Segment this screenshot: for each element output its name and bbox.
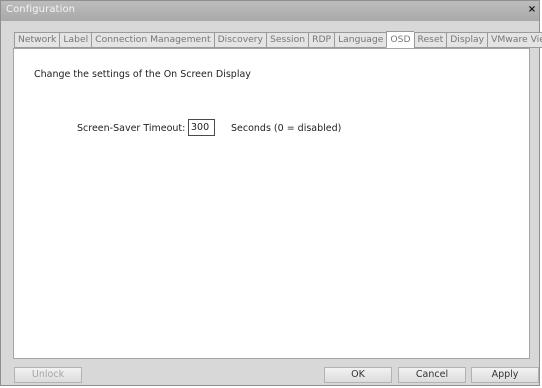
tab-network[interactable]: Network (14, 32, 60, 48)
close-icon[interactable]: × (527, 4, 537, 16)
tab-rdp[interactable]: RDP (308, 32, 335, 48)
tab-label[interactable]: Label (59, 32, 92, 48)
screensaver-timeout-input[interactable]: 300 (188, 119, 215, 136)
screensaver-timeout-hint: Seconds (0 = disabled) (231, 123, 342, 134)
tab-osd[interactable]: OSD (386, 31, 414, 48)
tab-bar: Network Label Connection Management Disc… (14, 31, 542, 48)
tab-session[interactable]: Session (266, 32, 309, 48)
tab-vmware-view[interactable]: VMware View (487, 32, 542, 48)
tab-reset[interactable]: Reset (413, 32, 447, 48)
title-bar[interactable]: Configuration × (1, 1, 539, 21)
tab-connection-management[interactable]: Connection Management (91, 32, 214, 48)
tab-display[interactable]: Display (446, 32, 488, 48)
window-title: Configuration (6, 4, 76, 15)
panel-description: Change the settings of the On Screen Dis… (34, 69, 251, 80)
apply-button[interactable]: Apply (471, 367, 539, 383)
osd-settings-panel: Change the settings of the On Screen Dis… (13, 48, 530, 359)
tab-discovery[interactable]: Discovery (213, 32, 266, 48)
tab-language[interactable]: Language (334, 32, 387, 48)
configuration-window: Configuration × Network Label Connection… (0, 0, 542, 386)
cancel-button[interactable]: Cancel (398, 367, 466, 383)
screensaver-timeout-label: Screen-Saver Timeout: (77, 123, 186, 134)
ok-button[interactable]: OK (324, 367, 392, 383)
unlock-button[interactable]: Unlock (14, 367, 82, 383)
